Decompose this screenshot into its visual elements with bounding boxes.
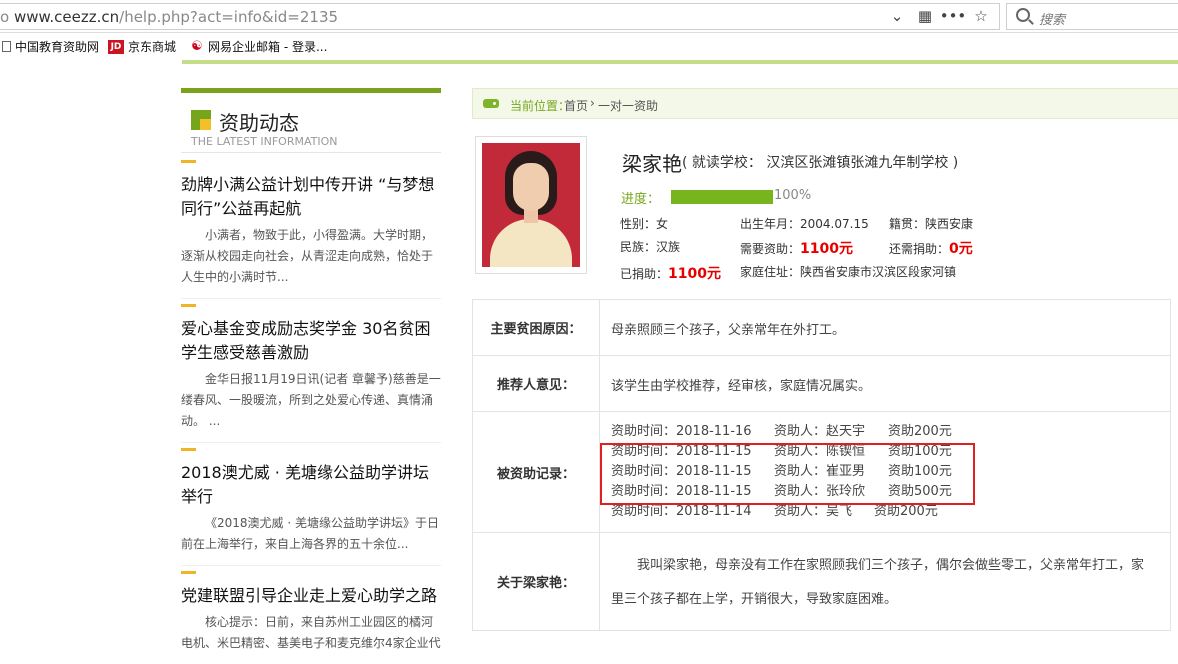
student-profile: 梁家艳 ( 就读学校： 汉滨区张滩镇张滩九年制学校 ) 进度： 100% 性别：… <box>472 136 1178 286</box>
news-marker <box>181 571 196 574</box>
main-content: 当前位置： 首页 › 一对一资助 梁家艳 ( 就读学校： 汉滨区张滩镇张滩九年制… <box>472 88 1178 631</box>
record-line: 资助时间：2018-11-16 资助人：赵天宇 资助200元 <box>611 424 952 439</box>
jd-icon: JD <box>108 39 124 54</box>
bookmarks-bar: 中国教育资助网 JD 京东商城 ☯ 网易企业邮箱 - 登录... <box>0 33 1178 60</box>
table-row: 关于梁家艳： 我叫梁家艳，母亲没有工作在家照顾我们三个孩子，偶尔会做些零工，父亲… <box>473 533 1171 631</box>
address-bar[interactable]: o www.ceezz.cn/help.php?act=info&id=2135… <box>0 3 1000 30</box>
section-subtitle: THE LATEST INFORMATION <box>191 135 338 148</box>
section-header: 资助动态 THE LATEST INFORMATION <box>181 93 441 153</box>
news-summary: 金华日报11月19日讯(记者 章馨予)慈善是一缕春风、一股暖流，所到之处爱心传递… <box>181 372 441 428</box>
row-header: 被资助记录： <box>473 412 600 532</box>
star-icon[interactable]: ☆ <box>967 7 995 25</box>
news-marker <box>181 304 196 307</box>
search-input[interactable]: 搜索 <box>1006 3 1178 30</box>
news-item: 2018澳尤威 · 羌塘缘公益助学讲坛举行 《2018澳尤威 · 羌塘缘公益助学… <box>181 448 441 565</box>
details-table: 主要贫困原因： 母亲照顾三个孩子，父亲常年在外打工。 推荐人意见： 该学生由学校… <box>472 299 1171 631</box>
breadcrumb-separator: › <box>590 96 595 110</box>
news-summary: 核心提示：日前，来自苏州工业园区的橘河电机、米巴精密、基美电子和麦克维尔4家企业… <box>181 615 441 650</box>
portrait-image <box>482 143 580 267</box>
news-title-link[interactable]: 爱心基金变成励志奖学金 30名贫困学生感受慈善激励 <box>181 317 441 365</box>
page-icon <box>2 41 11 52</box>
row-header: 关于梁家艳： <box>473 533 600 630</box>
student-photo <box>475 136 587 274</box>
news-summary: 小满者，物致于此，小得盈满。大学时期，逐渐从校园走向社会，从青涩走向成熟，恰处于… <box>181 228 434 284</box>
more-icon[interactable]: ••• <box>939 7 967 25</box>
url-prefix: o <box>0 8 10 26</box>
divider <box>181 565 441 566</box>
bookmark-item[interactable]: 中国教育资助网 <box>2 38 99 55</box>
divider <box>181 442 441 443</box>
student-name: 梁家艳 <box>622 152 682 176</box>
progress-bar <box>671 190 773 204</box>
home-address: 家庭住址：陕西省安康市汉滨区段家河镇 <box>740 265 957 279</box>
url-path: /help.php?act=info&id=2135 <box>119 8 339 26</box>
news-sidebar: 资助动态 THE LATEST INFORMATION 劲牌小满公益计划中传开讲… <box>181 88 441 664</box>
ethnicity: 民族：汉族 <box>620 240 681 254</box>
gender: 性别：女 <box>620 217 669 231</box>
news-title-link[interactable]: 劲牌小满公益计划中传开讲 “与梦想同行”公益再起航 <box>181 173 441 221</box>
native-place: 籍贯：陕西安康 <box>889 217 974 231</box>
breadcrumb-home-link[interactable]: 首页 <box>564 97 588 114</box>
donated-amount: 已捐助：1100元 <box>620 266 721 282</box>
netease-icon: ☯ <box>191 38 203 54</box>
news-marker <box>181 160 196 163</box>
search-placeholder: 搜索 <box>1039 13 1066 28</box>
red-highlight-box <box>600 443 975 505</box>
about-student: 我叫梁家艳，母亲没有工作在家照顾我们三个孩子，偶尔会做些零工，父亲常年打工，家里… <box>611 558 1145 607</box>
remaining-amount: 还需捐助：0元 <box>889 241 973 257</box>
bookmark-label: 中国教育资助网 <box>15 40 100 54</box>
search-icon <box>1016 8 1030 22</box>
bookmark-label: 网易企业邮箱 - 登录... <box>208 40 328 54</box>
qr-code-icon[interactable]: ▦ <box>911 7 939 25</box>
news-item: 党建联盟引导企业走上爱心助学之路 核心提示：日前，来自苏州工业园区的橘河电机、米… <box>181 571 441 664</box>
chevron-down-icon[interactable]: ⌄ <box>883 7 911 25</box>
birth-date: 出生年月：2004.07.15 <box>740 217 869 231</box>
recommender-opinion: 该学生由学校推荐，经审核，家庭情况属实。 <box>611 379 872 394</box>
url-host: www.ceezz.cn <box>13 8 120 26</box>
news-marker <box>181 448 196 451</box>
section-title: 资助动态 <box>219 111 299 135</box>
breadcrumb: 当前位置： 首页 › 一对一资助 <box>472 88 1178 119</box>
news-item: 爱心基金变成励志奖学金 30名贫困学生感受慈善激励 金华日报11月19日讯(记者… <box>181 304 441 442</box>
row-header: 推荐人意见： <box>473 356 600 411</box>
table-row: 被资助记录： 资助时间：2018-11-16 资助人：赵天宇 资助200元 资助时间… <box>473 412 1171 533</box>
news-title-link[interactable]: 2018澳尤威 · 羌塘缘公益助学讲坛举行 <box>181 461 441 509</box>
section-logo-icon <box>191 110 211 130</box>
news-title-link[interactable]: 党建联盟引导企业走上爱心助学之路 <box>181 584 441 608</box>
address-text[interactable]: o www.ceezz.cn/help.php?act=info&id=2135 <box>0 8 338 26</box>
bookmark-item[interactable]: JD 京东商城 <box>108 38 176 55</box>
location-icon <box>483 99 499 108</box>
table-row: 推荐人意见： 该学生由学校推荐，经审核，家庭情况属实。 <box>473 356 1171 412</box>
page-top-border <box>182 60 1178 64</box>
browser-toolbar: o www.ceezz.cn/help.php?act=info&id=2135… <box>0 0 1178 33</box>
progress-percent: 100% <box>774 188 812 203</box>
record-line: 资助时间：2018-11-14 资助人：吴飞 资助200元 <box>611 504 938 519</box>
bookmark-item[interactable]: ☯ 网易企业邮箱 - 登录... <box>190 38 327 55</box>
student-school: ( 就读学校： 汉滨区张滩镇张滩九年制学校 ) <box>682 155 959 171</box>
breadcrumb-current[interactable]: 一对一资助 <box>598 97 658 114</box>
bookmark-label: 京东商城 <box>128 40 177 54</box>
progress-fill <box>671 190 773 204</box>
news-item: 劲牌小满公益计划中传开讲 “与梦想同行”公益再起航 小满者，物致于此，小得盈满。… <box>181 160 441 298</box>
need-amount: 需要资助：1100元 <box>740 241 853 257</box>
breadcrumb-label: 当前位置： <box>510 99 571 113</box>
progress-label: 进度： <box>621 192 661 207</box>
news-summary: 《2018澳尤威 · 羌塘缘公益助学讲坛》于日前在上海举行，来自上海各界的五十余… <box>181 516 439 551</box>
table-row: 主要贫困原因： 母亲照顾三个孩子，父亲常年在外打工。 <box>473 300 1171 356</box>
row-header: 主要贫困原因： <box>473 300 600 355</box>
poverty-reason: 母亲照顾三个孩子，父亲常年在外打工。 <box>611 323 846 338</box>
divider <box>181 298 441 299</box>
